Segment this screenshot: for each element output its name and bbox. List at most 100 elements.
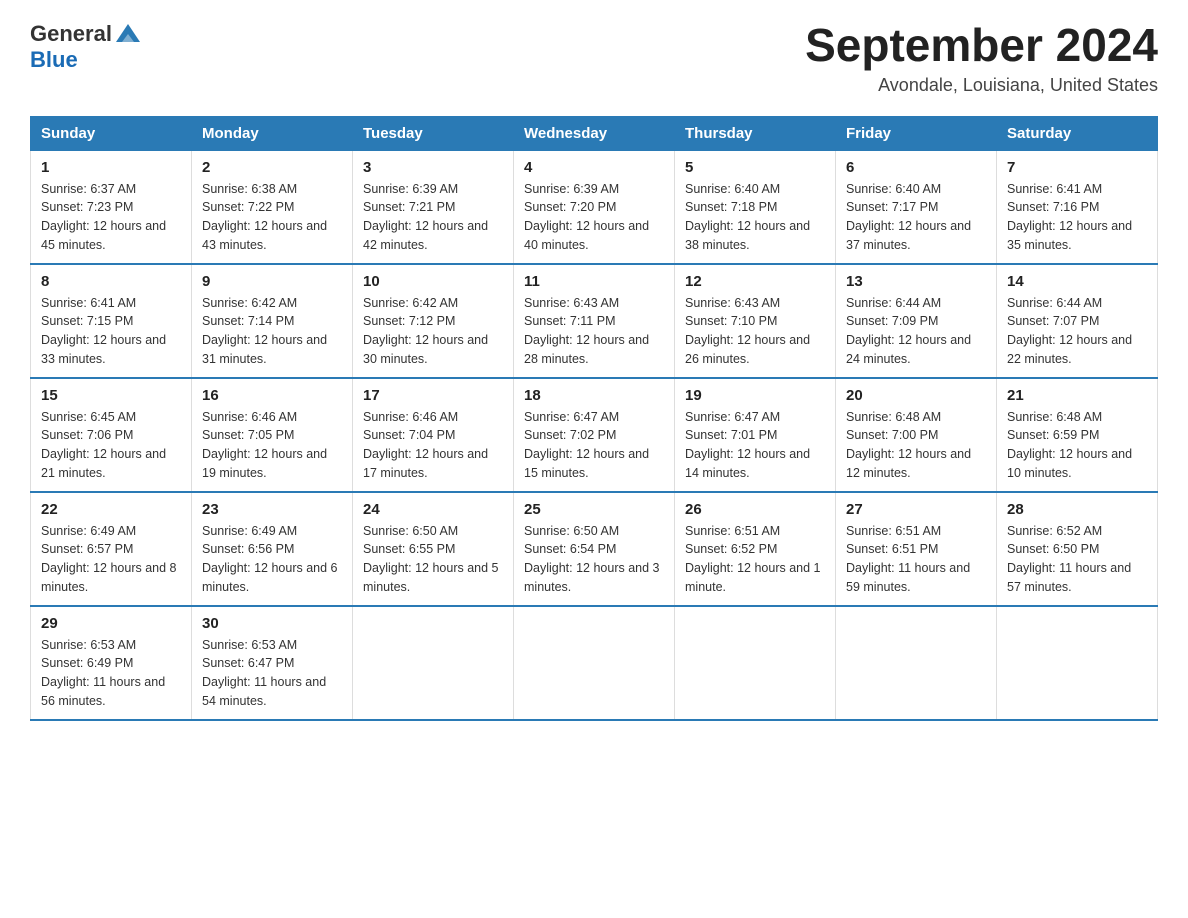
calendar-table: SundayMondayTuesdayWednesdayThursdayFrid… <box>30 116 1158 721</box>
calendar-cell: 18 Sunrise: 6:47 AMSunset: 7:02 PMDaylig… <box>514 378 675 492</box>
calendar-cell: 25 Sunrise: 6:50 AMSunset: 6:54 PMDaylig… <box>514 492 675 606</box>
calendar-cell: 29 Sunrise: 6:53 AMSunset: 6:49 PMDaylig… <box>31 606 192 720</box>
day-info: Sunrise: 6:51 AMSunset: 6:52 PMDaylight:… <box>685 522 825 597</box>
day-number: 22 <box>41 501 181 518</box>
day-info: Sunrise: 6:39 AMSunset: 7:21 PMDaylight:… <box>363 180 503 255</box>
day-info: Sunrise: 6:40 AMSunset: 7:17 PMDaylight:… <box>846 180 986 255</box>
day-number: 28 <box>1007 501 1147 518</box>
weekday-header-sunday: Sunday <box>31 116 192 150</box>
day-info: Sunrise: 6:48 AMSunset: 7:00 PMDaylight:… <box>846 408 986 483</box>
day-number: 9 <box>202 273 342 290</box>
calendar-subtitle: Avondale, Louisiana, United States <box>805 75 1158 96</box>
day-info: Sunrise: 6:40 AMSunset: 7:18 PMDaylight:… <box>685 180 825 255</box>
logo-icon <box>114 20 142 48</box>
day-info: Sunrise: 6:53 AMSunset: 6:49 PMDaylight:… <box>41 636 181 711</box>
day-number: 4 <box>524 159 664 176</box>
weekday-header-monday: Monday <box>192 116 353 150</box>
day-info: Sunrise: 6:44 AMSunset: 7:07 PMDaylight:… <box>1007 294 1147 369</box>
calendar-cell: 7 Sunrise: 6:41 AMSunset: 7:16 PMDayligh… <box>997 150 1158 264</box>
day-number: 6 <box>846 159 986 176</box>
day-number: 29 <box>41 615 181 632</box>
calendar-cell <box>353 606 514 720</box>
day-number: 19 <box>685 387 825 404</box>
calendar-week-3: 15 Sunrise: 6:45 AMSunset: 7:06 PMDaylig… <box>31 378 1158 492</box>
weekday-header-saturday: Saturday <box>997 116 1158 150</box>
calendar-cell: 6 Sunrise: 6:40 AMSunset: 7:17 PMDayligh… <box>836 150 997 264</box>
day-info: Sunrise: 6:46 AMSunset: 7:04 PMDaylight:… <box>363 408 503 483</box>
calendar-cell: 11 Sunrise: 6:43 AMSunset: 7:11 PMDaylig… <box>514 264 675 378</box>
day-info: Sunrise: 6:48 AMSunset: 6:59 PMDaylight:… <box>1007 408 1147 483</box>
day-number: 5 <box>685 159 825 176</box>
calendar-cell <box>836 606 997 720</box>
day-info: Sunrise: 6:42 AMSunset: 7:12 PMDaylight:… <box>363 294 503 369</box>
day-info: Sunrise: 6:45 AMSunset: 7:06 PMDaylight:… <box>41 408 181 483</box>
day-info: Sunrise: 6:39 AMSunset: 7:20 PMDaylight:… <box>524 180 664 255</box>
day-info: Sunrise: 6:50 AMSunset: 6:55 PMDaylight:… <box>363 522 503 597</box>
day-number: 13 <box>846 273 986 290</box>
calendar-cell: 23 Sunrise: 6:49 AMSunset: 6:56 PMDaylig… <box>192 492 353 606</box>
calendar-cell: 27 Sunrise: 6:51 AMSunset: 6:51 PMDaylig… <box>836 492 997 606</box>
calendar-week-1: 1 Sunrise: 6:37 AMSunset: 7:23 PMDayligh… <box>31 150 1158 264</box>
day-number: 14 <box>1007 273 1147 290</box>
logo: General Blue <box>30 20 142 72</box>
calendar-cell: 17 Sunrise: 6:46 AMSunset: 7:04 PMDaylig… <box>353 378 514 492</box>
day-info: Sunrise: 6:49 AMSunset: 6:57 PMDaylight:… <box>41 522 181 597</box>
day-number: 8 <box>41 273 181 290</box>
day-number: 21 <box>1007 387 1147 404</box>
calendar-cell: 28 Sunrise: 6:52 AMSunset: 6:50 PMDaylig… <box>997 492 1158 606</box>
day-info: Sunrise: 6:41 AMSunset: 7:15 PMDaylight:… <box>41 294 181 369</box>
day-info: Sunrise: 6:42 AMSunset: 7:14 PMDaylight:… <box>202 294 342 369</box>
calendar-cell <box>514 606 675 720</box>
day-number: 25 <box>524 501 664 518</box>
weekday-header-thursday: Thursday <box>675 116 836 150</box>
calendar-cell: 16 Sunrise: 6:46 AMSunset: 7:05 PMDaylig… <box>192 378 353 492</box>
day-info: Sunrise: 6:53 AMSunset: 6:47 PMDaylight:… <box>202 636 342 711</box>
day-info: Sunrise: 6:37 AMSunset: 7:23 PMDaylight:… <box>41 180 181 255</box>
calendar-cell: 26 Sunrise: 6:51 AMSunset: 6:52 PMDaylig… <box>675 492 836 606</box>
calendar-cell: 19 Sunrise: 6:47 AMSunset: 7:01 PMDaylig… <box>675 378 836 492</box>
day-number: 16 <box>202 387 342 404</box>
day-info: Sunrise: 6:43 AMSunset: 7:10 PMDaylight:… <box>685 294 825 369</box>
day-number: 11 <box>524 273 664 290</box>
day-number: 15 <box>41 387 181 404</box>
calendar-cell: 4 Sunrise: 6:39 AMSunset: 7:20 PMDayligh… <box>514 150 675 264</box>
calendar-cell: 14 Sunrise: 6:44 AMSunset: 7:07 PMDaylig… <box>997 264 1158 378</box>
calendar-cell: 22 Sunrise: 6:49 AMSunset: 6:57 PMDaylig… <box>31 492 192 606</box>
day-info: Sunrise: 6:52 AMSunset: 6:50 PMDaylight:… <box>1007 522 1147 597</box>
day-info: Sunrise: 6:43 AMSunset: 7:11 PMDaylight:… <box>524 294 664 369</box>
calendar-week-4: 22 Sunrise: 6:49 AMSunset: 6:57 PMDaylig… <box>31 492 1158 606</box>
day-number: 24 <box>363 501 503 518</box>
calendar-cell: 1 Sunrise: 6:37 AMSunset: 7:23 PMDayligh… <box>31 150 192 264</box>
logo-general-text: General <box>30 22 112 46</box>
calendar-cell: 12 Sunrise: 6:43 AMSunset: 7:10 PMDaylig… <box>675 264 836 378</box>
day-info: Sunrise: 6:38 AMSunset: 7:22 PMDaylight:… <box>202 180 342 255</box>
day-number: 27 <box>846 501 986 518</box>
day-number: 26 <box>685 501 825 518</box>
calendar-cell: 24 Sunrise: 6:50 AMSunset: 6:55 PMDaylig… <box>353 492 514 606</box>
calendar-cell: 13 Sunrise: 6:44 AMSunset: 7:09 PMDaylig… <box>836 264 997 378</box>
day-info: Sunrise: 6:41 AMSunset: 7:16 PMDaylight:… <box>1007 180 1147 255</box>
day-number: 3 <box>363 159 503 176</box>
page-header: General Blue September 2024 Avondale, Lo… <box>30 20 1158 96</box>
calendar-cell: 9 Sunrise: 6:42 AMSunset: 7:14 PMDayligh… <box>192 264 353 378</box>
day-number: 12 <box>685 273 825 290</box>
day-number: 18 <box>524 387 664 404</box>
calendar-cell: 30 Sunrise: 6:53 AMSunset: 6:47 PMDaylig… <box>192 606 353 720</box>
day-number: 30 <box>202 615 342 632</box>
calendar-week-5: 29 Sunrise: 6:53 AMSunset: 6:49 PMDaylig… <box>31 606 1158 720</box>
calendar-cell <box>675 606 836 720</box>
day-number: 10 <box>363 273 503 290</box>
weekday-header-wednesday: Wednesday <box>514 116 675 150</box>
day-number: 1 <box>41 159 181 176</box>
weekday-header-tuesday: Tuesday <box>353 116 514 150</box>
day-number: 17 <box>363 387 503 404</box>
calendar-cell: 5 Sunrise: 6:40 AMSunset: 7:18 PMDayligh… <box>675 150 836 264</box>
day-number: 23 <box>202 501 342 518</box>
day-number: 20 <box>846 387 986 404</box>
day-number: 2 <box>202 159 342 176</box>
calendar-cell: 10 Sunrise: 6:42 AMSunset: 7:12 PMDaylig… <box>353 264 514 378</box>
day-info: Sunrise: 6:47 AMSunset: 7:01 PMDaylight:… <box>685 408 825 483</box>
calendar-cell: 2 Sunrise: 6:38 AMSunset: 7:22 PMDayligh… <box>192 150 353 264</box>
calendar-cell: 15 Sunrise: 6:45 AMSunset: 7:06 PMDaylig… <box>31 378 192 492</box>
day-info: Sunrise: 6:44 AMSunset: 7:09 PMDaylight:… <box>846 294 986 369</box>
